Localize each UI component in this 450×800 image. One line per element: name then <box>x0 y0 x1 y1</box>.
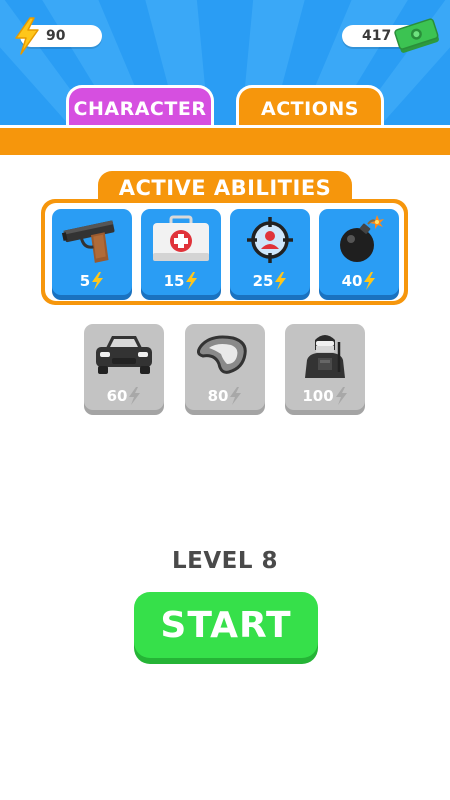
lightning-bolt-icon <box>186 272 198 290</box>
car-icon <box>96 336 152 374</box>
ability-cost: 100 <box>285 386 365 406</box>
ability-cost: 40 <box>319 271 399 291</box>
lightning-bolt-icon <box>92 272 104 290</box>
energy-value: 90 <box>46 28 66 44</box>
soldier-icon <box>305 335 345 378</box>
tab-actions[interactable]: ACTIONS <box>236 85 384 129</box>
pistol-icon <box>61 220 115 263</box>
active-abilities-title: ACTIVE ABILITIES <box>98 171 352 205</box>
cost-value: 5 <box>79 272 91 290</box>
lightning-bolt-icon <box>129 387 141 405</box>
cost-value: 100 <box>302 387 334 405</box>
tab-strip <box>0 125 450 155</box>
lightning-bolt-icon <box>275 272 287 290</box>
ability-card-bomb[interactable]: 40 <box>319 209 399 295</box>
ability-cost: 60 <box>84 386 164 406</box>
ability-cost: 25 <box>230 271 310 291</box>
ability-card-pistol[interactable]: 5 <box>52 209 132 295</box>
cash-value: 417 <box>362 28 392 44</box>
cost-value: 40 <box>341 272 363 290</box>
cash-stack-icon <box>394 18 439 53</box>
tab-character-label: CHARACTER <box>73 97 207 120</box>
cost-value: 25 <box>252 272 274 290</box>
ability-cost: 5 <box>52 271 132 291</box>
cost-value: 60 <box>106 387 128 405</box>
tab-character[interactable]: CHARACTER <box>66 85 214 129</box>
steak-icon <box>196 335 247 374</box>
ability-card-first-aid[interactable]: 15 <box>141 209 221 295</box>
lightning-bolt-icon <box>15 17 39 55</box>
lightning-bolt-icon <box>364 272 376 290</box>
ability-card-car-locked[interactable]: 60 <box>84 324 164 410</box>
ability-card-soldier-locked[interactable]: 100 <box>285 324 365 410</box>
active-abilities-title-text: ACTIVE ABILITIES <box>118 176 332 200</box>
start-button[interactable]: START <box>134 592 318 658</box>
lightning-bolt-icon <box>230 387 242 405</box>
tab-actions-label: ACTIONS <box>261 97 359 120</box>
crosshair-target-icon <box>247 217 293 263</box>
start-button-label: START <box>160 604 292 646</box>
ability-cost: 80 <box>185 386 265 406</box>
ability-card-target[interactable]: 25 <box>230 209 310 295</box>
ability-card-steak-locked[interactable]: 80 <box>185 324 265 410</box>
lightning-bolt-icon <box>335 387 347 405</box>
ability-cost: 15 <box>141 271 221 291</box>
bomb-icon <box>340 215 384 262</box>
cost-value: 80 <box>207 387 229 405</box>
level-label: LEVEL 8 <box>171 548 279 574</box>
cost-value: 15 <box>163 272 185 290</box>
first-aid-kit-icon <box>153 215 209 261</box>
